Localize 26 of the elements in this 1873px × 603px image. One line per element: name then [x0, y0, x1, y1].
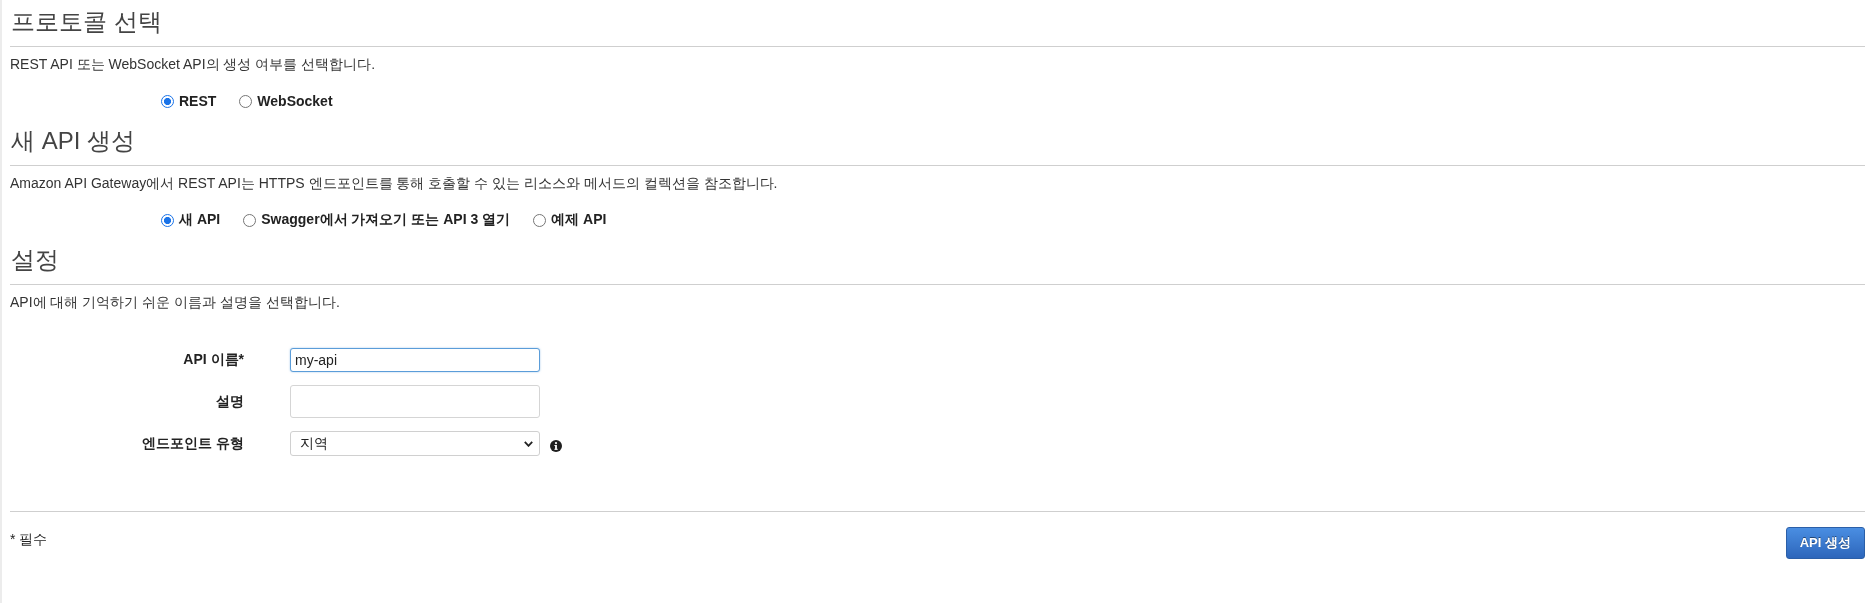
section-heading: 설정 — [10, 245, 60, 275]
required-note: * 필수 — [10, 530, 48, 548]
radio-button[interactable] — [533, 213, 547, 227]
radio-label: WebSocket — [257, 93, 333, 109]
radio-label: Swagger에서 가져오기 또는 API 3 열기 — [261, 211, 511, 229]
radio-button[interactable] — [161, 213, 174, 227]
select-dropdown[interactable]: 지역 — [290, 431, 540, 456]
radio-button[interactable] — [239, 94, 253, 108]
radio-button[interactable] — [243, 213, 257, 227]
radio-label: 새 API — [179, 211, 221, 229]
section-description: REST API 또는 WebSocket API의 생성 여부를 선택합니다. — [10, 55, 376, 73]
section-heading: 새 API 생성 — [10, 126, 137, 156]
field-label: 엔드포인트 유형 — [141, 434, 244, 453]
radio-label: 예제 API — [551, 211, 607, 229]
create-api-button[interactable]: API 생성 — [1785, 527, 1865, 559]
radio-button[interactable] — [161, 94, 174, 108]
section-description: Amazon API Gateway에서 REST API는 HTTPS 엔드포인트를 통해 호출할 수 있는 리소스와 메서드의 컬렉션을 참조합니다. — [10, 174, 778, 192]
text-input[interactable]: my-api — [290, 348, 540, 372]
radio-label: REST — [179, 93, 217, 109]
section-description: API에 대해 기억하기 쉬운 이름과 설명을 선택합니다. — [10, 293, 340, 311]
chevron-down-icon — [524, 440, 533, 447]
field-label: 설명 — [215, 392, 244, 411]
section-heading: 프로토콜 선택 — [10, 7, 163, 37]
textarea-field[interactable] — [290, 385, 540, 418]
info-icon[interactable] — [550, 439, 562, 452]
field-label: API 이름* — [182, 351, 244, 369]
